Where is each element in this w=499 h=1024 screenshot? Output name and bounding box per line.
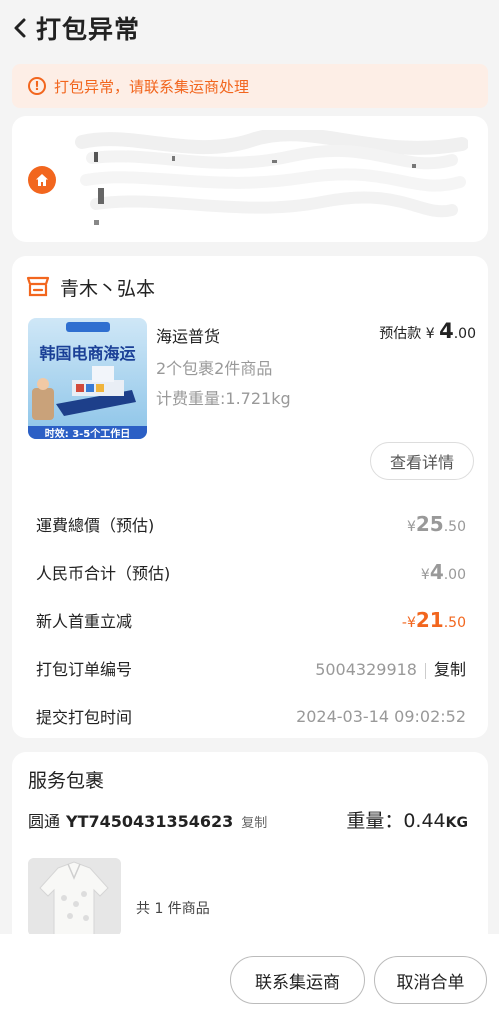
row-label: 新人首重立减 — [36, 612, 133, 631]
item-image[interactable] — [28, 858, 121, 936]
shop-name: 青木丶弘本 — [60, 278, 156, 300]
shop-header: 青木丶弘本 — [26, 274, 155, 301]
copy-order-button[interactable]: 复制 — [434, 660, 466, 679]
row-value: -¥21.50 — [401, 608, 466, 632]
order-number: 5004329918 — [315, 660, 417, 679]
page-title: 打包异常 — [36, 15, 141, 44]
error-banner: ! 打包异常，请联系集运商处理 — [12, 64, 488, 108]
row-label: 提交打包时间 — [36, 708, 133, 727]
warning-icon: ! — [28, 77, 46, 95]
summary-row-freight: 運費總價（预估) ¥25.50 — [36, 512, 466, 536]
product-thumbnail[interactable]: 韩国电商海运 时效: 3-5个工作日 — [28, 318, 147, 439]
view-details-button[interactable]: 查看详情 — [370, 442, 474, 480]
thumb-headline: 韩国电商海运 — [39, 344, 136, 363]
carrier-name: 圆通 — [28, 812, 61, 831]
row-value: 5004329918 复制 — [315, 656, 466, 680]
charge-weight: 计费重量:1.721kg — [156, 389, 291, 408]
back-icon[interactable] — [8, 16, 32, 40]
summary-row-order-no: 打包订单编号 5004329918 复制 — [36, 656, 466, 680]
tracking-row: 圆通 YT7450431354623 复制 — [28, 808, 267, 832]
row-label: 運費總價（预估) — [36, 516, 155, 535]
summary-row-rmb-total: 人民币合计（预估) ¥4.00 — [36, 560, 466, 584]
top-bar: 打包异常 — [0, 0, 499, 56]
order-card: 青木丶弘本 韩国电商海运 时效: 3-5个工作日 海运普货 预估款 ¥ 4.00… — [12, 256, 488, 738]
product-title: 海运普货 — [156, 327, 221, 346]
bottom-action-bar: 联系集运商 取消合单 — [0, 934, 499, 1024]
thumb-footer: 时效: 3-5个工作日 — [44, 429, 131, 439]
address-card[interactable] — [12, 116, 488, 242]
home-icon — [28, 166, 56, 194]
contact-forwarder-button[interactable]: 联系集运商 — [230, 956, 365, 1004]
summary-row-submit-time: 提交打包时间 2024-03-14 09:02:52 — [36, 704, 466, 728]
redacted-address — [75, 130, 468, 225]
estimated-price: 预估款 ¥ 4.00 — [379, 319, 476, 343]
service-package-card: 服务包裹 圆通 YT7450431354623 复制 重量：0.44KG 共 1… — [12, 752, 488, 952]
row-label: 人民币合计（预估) — [36, 564, 171, 583]
row-value: ¥4.00 — [420, 560, 466, 584]
cancel-order-button[interactable]: 取消合单 — [374, 956, 487, 1004]
item-count: 共 1 件商品 — [136, 901, 210, 917]
submit-time: 2024-03-14 09:02:52 — [296, 706, 466, 726]
tracking-number: YT7450431354623 — [66, 812, 234, 831]
row-value: ¥25.50 — [406, 512, 466, 536]
package-count: 2个包裹2件商品 — [156, 359, 273, 378]
section-title: 服务包裹 — [28, 770, 105, 792]
shop-icon — [26, 275, 50, 301]
copy-tracking-button[interactable]: 复制 — [241, 812, 267, 831]
summary-row-discount: 新人首重立减 -¥21.50 — [36, 608, 466, 632]
error-text: 打包异常，请联系集运商处理 — [54, 77, 250, 96]
package-weight: 重量：0.44KG — [346, 810, 468, 832]
row-label: 打包订单编号 — [36, 660, 133, 679]
